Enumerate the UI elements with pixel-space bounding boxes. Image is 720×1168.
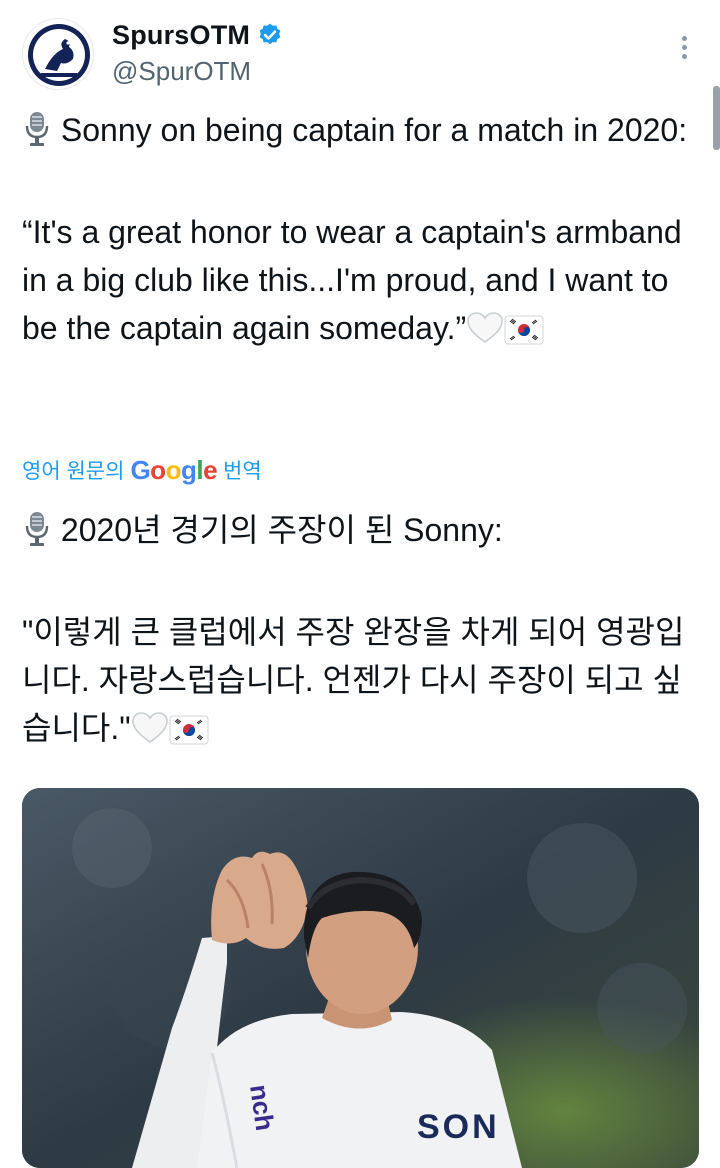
translate-link[interactable]: 영어 원문의 Google 번역	[22, 453, 262, 487]
jersey-name: SON	[417, 1108, 500, 1146]
translate-suffix: 번역	[223, 460, 262, 483]
microphone-icon	[22, 511, 52, 560]
author-names: SpursOTM @SpurOTM	[112, 18, 283, 87]
tweet-quote: “It's a great honor to wear a captain's …	[22, 214, 691, 346]
verified-badge-icon	[259, 23, 281, 45]
south-korea-flag-icon	[504, 310, 544, 358]
translated-quote: "이렇게 큰 클럽에서 주장 완장을 차게 되어 영광입니다. 자랑스럽습니다.…	[22, 614, 685, 746]
player-photo: nch SON	[22, 788, 699, 1168]
author-handle[interactable]: @SpurOTM	[112, 56, 283, 87]
tweet-media-photo[interactable]: nch SON	[22, 788, 699, 1168]
translated-line-1: 2020년 경기의 주장이 된 Sonny:	[60, 512, 503, 548]
white-heart-icon	[466, 310, 504, 358]
tweet-text: Sonny on being captain for a match in 20…	[22, 106, 702, 358]
google-logo: Google	[130, 454, 218, 485]
display-name[interactable]: SpursOTM	[112, 20, 250, 51]
tweet-line-1: Sonny on being captain for a match in 20…	[60, 112, 688, 148]
avatar[interactable]	[22, 18, 94, 90]
scrollbar[interactable]	[713, 86, 720, 150]
more-options-icon[interactable]	[678, 36, 690, 66]
microphone-icon	[22, 111, 52, 160]
tweet-header: SpursOTM @SpurOTM	[22, 18, 698, 94]
spurs-logo-icon	[28, 24, 90, 86]
sponsor-text: nch	[244, 1083, 280, 1133]
south-korea-flag-icon	[169, 710, 209, 758]
translate-prefix: 영어 원문의	[22, 460, 125, 483]
white-heart-icon	[131, 710, 169, 758]
translated-text: 2020년 경기의 주장이 된 Sonny: "이렇게 큰 클럽에서 주장 완장…	[22, 506, 702, 758]
